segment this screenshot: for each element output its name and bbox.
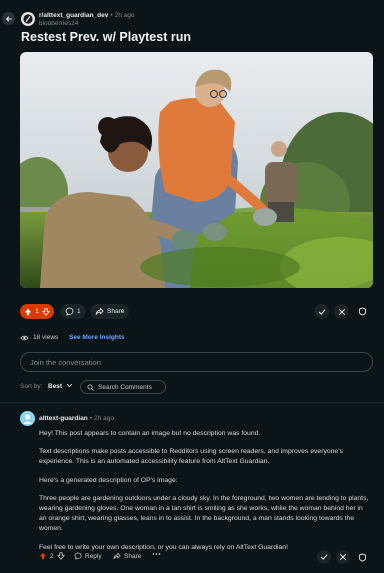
back-button[interactable] bbox=[2, 12, 15, 25]
subreddit-name[interactable]: r/alttext_guardian_dev bbox=[39, 12, 108, 19]
comment-share-button[interactable]: Share bbox=[113, 552, 141, 560]
separator-dot: • bbox=[110, 12, 113, 19]
vote-control: 1 bbox=[20, 304, 54, 319]
post-title: Restest Prev. w/ Playtest run bbox=[21, 30, 191, 44]
sort-bar: Sort by: Best Search Comments bbox=[20, 380, 220, 394]
subreddit-line: r/alttext_guardian_dev • 2h ago bbox=[39, 12, 135, 20]
post-image[interactable] bbox=[20, 52, 373, 288]
upvote-icon[interactable] bbox=[24, 308, 32, 316]
comment-age: 2h ago bbox=[94, 415, 114, 422]
search-icon bbox=[87, 384, 94, 391]
search-comments-button[interactable]: Search Comments bbox=[80, 380, 166, 394]
mod-shield-button[interactable] bbox=[355, 304, 370, 319]
comment-body: Hey! This post appears to contain an ima… bbox=[39, 429, 371, 561]
post-header: r/alttext_guardian_dev • 2h ago blooberrie… bbox=[0, 8, 384, 30]
divider bbox=[0, 402, 384, 403]
check-icon bbox=[318, 308, 325, 315]
eye-icon bbox=[20, 335, 29, 341]
comment-paragraph: Text descriptions make posts accessible … bbox=[39, 448, 343, 466]
comment-mod-shield-button[interactable] bbox=[355, 550, 369, 564]
reply-label: Reply bbox=[85, 552, 102, 560]
comment-header: alttext-guardian • 2h ago bbox=[39, 415, 114, 422]
search-comments-label: Search Comments bbox=[98, 383, 152, 391]
share-button[interactable]: Share bbox=[90, 304, 130, 319]
gardening-photo bbox=[20, 52, 373, 288]
comment-vote-count: 2 bbox=[50, 552, 54, 560]
subreddit-logo-icon bbox=[23, 14, 33, 24]
arrow-left-icon bbox=[5, 15, 12, 22]
comment-paragraph: Three people are gardening outdoors unde… bbox=[39, 494, 369, 533]
share-icon bbox=[113, 552, 121, 560]
post-author[interactable]: blooberries24 bbox=[39, 20, 78, 28]
chevron-down-icon[interactable] bbox=[66, 382, 73, 389]
approve-button[interactable] bbox=[314, 304, 329, 319]
remove-button[interactable] bbox=[334, 304, 349, 319]
join-conversation-input[interactable]: Join the conversation bbox=[20, 352, 373, 372]
separator-dot: • bbox=[89, 415, 93, 422]
upvote-icon[interactable] bbox=[39, 552, 47, 560]
share-icon bbox=[95, 307, 104, 315]
shield-icon bbox=[358, 307, 367, 316]
comment-actions: 2 Reply Share bbox=[39, 550, 373, 564]
close-icon bbox=[338, 308, 345, 315]
comment-paragraph: Hey! This post appears to contain an ima… bbox=[39, 430, 261, 437]
bot-avatar-icon bbox=[20, 411, 35, 426]
view-count: 18 views bbox=[33, 334, 59, 341]
sort-label: Sort by: bbox=[20, 383, 43, 390]
post-actions: 1 1 Share bbox=[20, 304, 373, 320]
comment-share-label: Share bbox=[124, 552, 142, 560]
downvote-icon[interactable] bbox=[42, 307, 50, 316]
comment-author[interactable]: alttext-guardian bbox=[39, 415, 88, 422]
sort-dropdown[interactable]: Best bbox=[48, 383, 62, 390]
comments-button[interactable]: 1 bbox=[60, 304, 86, 319]
shield-icon bbox=[358, 552, 366, 562]
close-icon bbox=[340, 554, 346, 560]
subreddit-avatar[interactable] bbox=[21, 12, 35, 26]
comment-vote-control: 2 bbox=[39, 552, 65, 560]
see-more-insights-link[interactable]: See More Insights bbox=[69, 334, 125, 341]
vote-count: 1 bbox=[35, 308, 39, 315]
comment-remove-button[interactable] bbox=[336, 550, 350, 564]
post-age: 2h ago bbox=[114, 12, 135, 19]
more-options-icon bbox=[152, 553, 161, 555]
check-icon bbox=[320, 554, 328, 560]
comment-bubble-icon bbox=[65, 307, 74, 316]
join-conversation-placeholder: Join the conversation bbox=[30, 357, 101, 367]
comment-paragraph: Here's a generated description of OP's i… bbox=[39, 476, 178, 484]
avatar[interactable] bbox=[20, 411, 35, 426]
more-options-button[interactable] bbox=[152, 552, 161, 556]
share-label: Share bbox=[107, 308, 125, 315]
comment-bubble-icon bbox=[74, 552, 82, 560]
comment-count: 1 bbox=[77, 308, 81, 315]
comment-approve-button[interactable] bbox=[317, 550, 331, 564]
reply-button[interactable]: Reply bbox=[74, 552, 102, 560]
downvote-icon[interactable] bbox=[56, 552, 65, 560]
post-page: r/alttext_guardian_dev • 2h ago blooberrie… bbox=[0, 0, 384, 573]
